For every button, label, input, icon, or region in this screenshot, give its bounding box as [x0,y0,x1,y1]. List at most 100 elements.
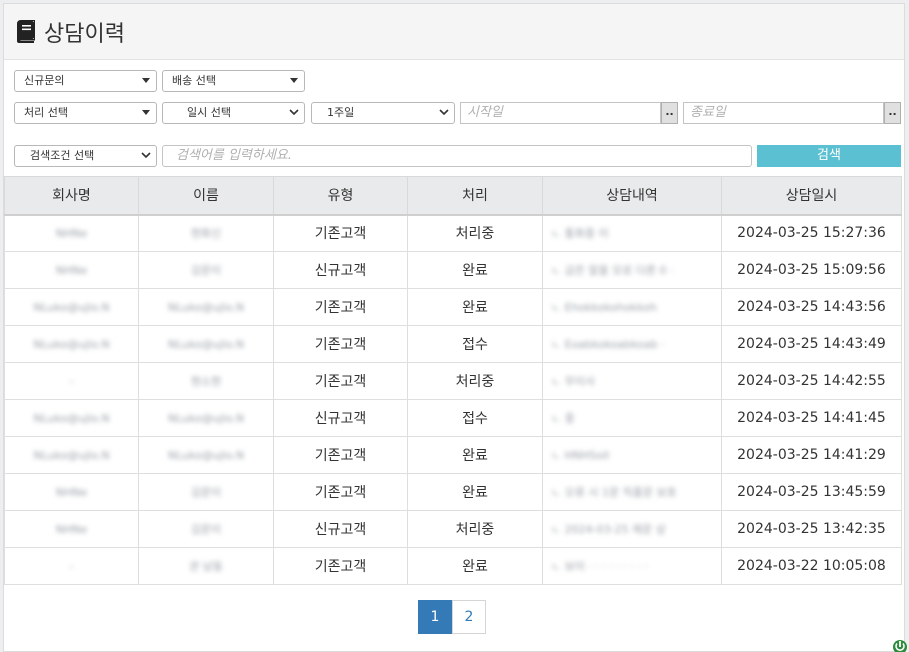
end-date-placeholder: 종료일 [690,105,726,120]
table-row[interactable]: - 현소현 기존고객 처리중 ㄴ 무이사 2024-03-25 14:42:55 [4,362,902,400]
type-cell: 기존고객 [273,547,408,585]
datetime-cell: 2024-03-25 14:41:45 [721,399,902,437]
name-cell: NLuko@ujlo.N [138,325,274,363]
company-cell: NHNe [4,214,139,252]
details-cell: ㄴ Ehokkokohokkoh [542,288,722,326]
table-row[interactable]: -관 남동 기존고객 완료 ㄴ 보이 · · · · · · · · · 2024-03… [4,547,902,585]
chevron-down-icon [439,109,449,116]
start-date-input[interactable]: 시작일 [460,102,661,124]
period-select[interactable]: 1주일 [311,102,455,124]
search-condition-select[interactable]: 검색조건 선택 [14,145,157,167]
details-cell: ㄴ 2024-03-25 제문 상 [542,510,722,548]
type-cell: 신규고객 [273,251,408,289]
end-date-picker-button[interactable]: .. [884,102,901,124]
name-cell: 김문이 [138,473,274,511]
column-header-status[interactable]: 처리 [407,176,543,216]
search-condition-value: 검색조건 선택 [30,149,95,162]
page-2-button[interactable]: 2 [452,600,486,634]
caret-down-icon [142,110,150,115]
table-row[interactable]: NLuko@ujlo.N NLuko@ujlo.N 기존고객 완료 ㄴ Ehokkoko… [4,288,902,326]
caret-down-icon [142,78,150,83]
type-cell: 신규고객 [273,510,408,548]
table-row[interactable]: NHNe 김문이 신규고객 처리중 ㄴ 2024-03-25 제문 상 2024-03-2… [4,510,902,548]
type-cell: 신규고객 [273,399,408,437]
chevron-down-icon [141,152,151,159]
datetime-select[interactable]: 일시 선택 [162,102,305,124]
name-cell: 현소현 [138,362,274,400]
column-header-details[interactable]: 상담내역 [542,176,722,216]
company-cell: NLuko@ujlo.N [4,399,139,437]
table-row[interactable]: NHNe 김문이 기존고객 완료 ㄴ 오류 시 1문 직품문 보호 2024-03-25 … [4,473,902,511]
company-cell: NLuko@ujlo.N [4,325,139,363]
power-icon[interactable] [892,638,908,652]
type-cell: 기존고객 [273,362,408,400]
datetime-cell: 2024-03-25 14:42:55 [721,362,902,400]
inquiry-select-value: 신규문의 [24,74,65,87]
table-row[interactable]: NLuko@ujlo.N NLuko@ujlo.N 기존고객 완료 ㄴ HNHSoll 2… [4,436,902,474]
name-cell: NLuko@ujlo.N [138,288,274,326]
status-cell: 완료 [407,251,543,289]
table-row[interactable]: NHNe 현화신 기존고객 처리중 ㄴ 통화중 이 2024-03-25 15:27:36 [4,214,902,252]
details-cell: ㄴ 오류 시 1문 직품문 보호 [542,473,722,511]
details-cell: ㄴ HNHSoll [542,436,722,474]
page-1-button[interactable]: 1 [418,600,452,634]
datetime-cell: 2024-03-25 15:09:56 [721,251,902,289]
status-cell: 접수 [407,325,543,363]
name-cell: 관 남동 [138,547,274,585]
start-date-placeholder: 시작일 [467,105,503,120]
search-input[interactable]: 검색어를 입력하세요. [162,145,752,167]
datetime-cell: 2024-03-22 10:05:08 [721,547,902,585]
search-button[interactable]: 검색 [757,145,901,167]
status-cell: 처리중 [407,362,543,400]
details-cell: ㄴ 금은 말을 모로 다른 0 · [542,251,722,289]
datetime-cell: 2024-03-25 13:42:35 [721,510,902,548]
datetime-cell: 2024-03-25 15:27:36 [721,214,902,252]
datetime-cell: 2024-03-25 14:43:56 [721,288,902,326]
status-cell: 완료 [407,436,543,474]
caret-down-icon [290,78,298,83]
name-cell: NLuko@ujlo.N [138,399,274,437]
name-cell: 김문이 [138,251,274,289]
pagination: 1 2 [418,600,486,634]
column-header-name[interactable]: 이름 [138,176,274,216]
type-cell: 기존고객 [273,473,408,511]
column-header-company[interactable]: 회사명 [4,176,139,216]
company-cell: NLuko@ujlo.N [4,288,139,326]
search-placeholder: 검색어를 입력하세요. [176,148,292,163]
name-cell: NLuko@ujlo.N [138,436,274,474]
start-date-picker-button[interactable]: .. [661,102,678,124]
details-cell: ㄴ 보이 · · · · · · · · · [542,547,722,585]
panel-header: 상담이력 [4,4,904,60]
company-cell: NLuko@ujlo.N [4,436,139,474]
type-cell: 기존고객 [273,214,408,252]
delivery-select[interactable]: 배송 선택 [162,70,305,92]
column-header-datetime[interactable]: 상담일시 [721,176,902,216]
period-select-value: 1주일 [327,106,355,119]
chevron-down-icon [289,109,299,116]
details-cell: ㄴ 중 [542,399,722,437]
inquiry-select[interactable]: 신규문의 [14,70,157,92]
details-cell: ㄴ 통화중 이 [542,214,722,252]
table-row[interactable]: NHNe 김문이 신규고객 완료 ㄴ 금은 말을 모로 다른 0 · 2024-03-25… [4,251,902,289]
consultation-table: 회사명 이름 유형 처리 상담내역 상담일시 NHNe 현화신 기존고객 처리중 ㄴ 통… [4,176,902,585]
datetime-select-value: 일시 선택 [187,106,231,119]
datetime-cell: 2024-03-25 14:43:49 [721,325,902,363]
delivery-select-value: 배송 선택 [172,74,216,87]
status-cell: 완료 [407,473,543,511]
company-cell: NHNe [4,251,139,289]
datetime-cell: 2024-03-25 13:45:59 [721,473,902,511]
company-cell: - [4,547,139,585]
name-cell: 김문이 [138,510,274,548]
status-cell: 접수 [407,399,543,437]
table-row[interactable]: NLuko@ujlo.N NLuko@ujlo.N 신규고객 접수 ㄴ 중 2024-03… [4,399,902,437]
company-cell: NHNe [4,473,139,511]
page-title: 상담이력 [44,21,125,47]
details-cell: ㄴ Eoabkokoabkoab · [542,325,722,363]
end-date-input[interactable]: 종료일 [683,102,884,124]
table-row[interactable]: NLuko@ujlo.N NLuko@ujlo.N 기존고객 접수 ㄴ Eoabkoko… [4,325,902,363]
company-cell: NHNe [4,510,139,548]
status-cell: 처리중 [407,214,543,252]
book-icon [17,19,35,43]
column-header-type[interactable]: 유형 [273,176,408,216]
process-select[interactable]: 처리 선택 [14,102,157,124]
